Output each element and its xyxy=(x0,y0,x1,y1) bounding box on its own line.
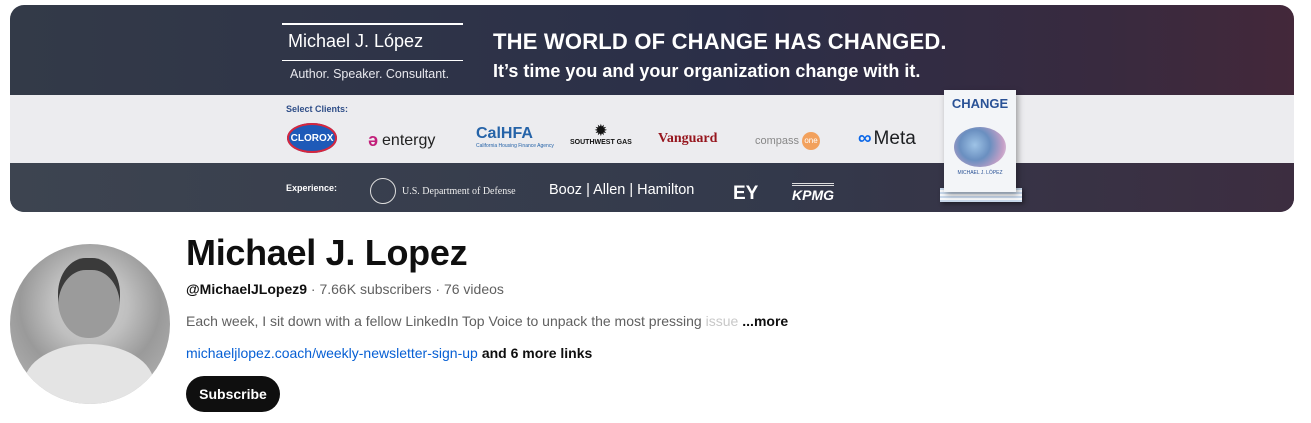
book-author: MICHAEL J. LÓPEZ xyxy=(957,170,1003,176)
clients-label: Select Clients: xyxy=(286,104,349,114)
vanguard-logo: Vanguard xyxy=(658,131,718,146)
newsletter-link[interactable]: michaeljlopez.coach/weekly-newsletter-si… xyxy=(186,345,478,361)
kpmg-logo: KPMG xyxy=(792,183,834,203)
banner-headline: THE WORLD OF CHANGE HAS CHANGED. It’s ti… xyxy=(493,29,947,82)
channel-avatar[interactable] xyxy=(10,244,170,404)
calhfa-subtext: California Housing Finance Agency xyxy=(476,143,554,149)
banner-clients-band xyxy=(10,95,1294,163)
calhfa-logo: CalHFA California Housing Finance Agency xyxy=(476,125,554,149)
experience-label: Experience: xyxy=(286,183,338,193)
southwest-gas-text: SOUTHWEST GAS xyxy=(570,139,632,146)
compass-one-logo: compass one xyxy=(755,132,821,150)
meta-text: Meta xyxy=(873,128,916,149)
channel-description[interactable]: Each week, I sit down with a fellow Link… xyxy=(186,313,788,329)
booz-allen-logo: Booz | Allen | Hamilton xyxy=(549,182,695,198)
more-button[interactable]: ...more xyxy=(742,313,788,329)
entergy-text: entergy xyxy=(382,131,436,149)
infinity-icon: ∞ xyxy=(858,128,872,149)
banner-name-card: Michael J. López Author. Speaker. Consul… xyxy=(282,23,463,81)
banner-headline-main: THE WORLD OF CHANGE HAS CHANGED. xyxy=(493,29,947,54)
banner-tagline: Author. Speaker. Consultant. xyxy=(290,67,450,81)
compass-text: compass xyxy=(755,135,800,147)
channel-meta: @MichaelJLopez9 · 7.66K subscribers · 76… xyxy=(186,281,504,297)
calhfa-text: CalHFA xyxy=(476,125,533,142)
flame-icon: ✹ xyxy=(595,122,607,138)
avatar-head xyxy=(58,258,120,338)
channel-title: Michael J. Lopez xyxy=(186,232,468,273)
banner-author-name: Michael J. López xyxy=(282,23,463,61)
seal-icon xyxy=(370,178,396,204)
description-text: Each week, I sit down with a fellow Link… xyxy=(186,313,702,329)
channel-handle: @MichaelJLopez9 xyxy=(186,281,308,297)
banner-headline-sub: It’s time you and your organization chan… xyxy=(493,61,921,81)
avatar-shirt xyxy=(24,344,154,404)
southwest-gas-logo: ✹ SOUTHWEST GAS xyxy=(570,122,632,146)
brain-image xyxy=(954,127,1006,167)
dod-text: U.S. Department of Defense xyxy=(402,185,516,197)
dod-logo: U.S. Department of Defense xyxy=(370,178,516,204)
meta-logo: ∞ Meta xyxy=(858,128,916,150)
channel-banner: Michael J. López Author. Speaker. Consul… xyxy=(10,5,1294,212)
more-links-button[interactable]: and 6 more links xyxy=(482,345,592,361)
subscribe-button[interactable]: Subscribe xyxy=(186,376,280,412)
compass-one-badge: one xyxy=(802,132,821,150)
channel-links: michaeljlopez.coach/weekly-newsletter-si… xyxy=(186,345,592,361)
entergy-logo: ə entergy xyxy=(368,130,436,150)
book-title: CHANGE xyxy=(951,96,1009,111)
clorox-logo: CLOROX xyxy=(287,123,337,153)
book-cover: CHANGE MICHAEL J. LÓPEZ xyxy=(944,90,1016,192)
channel-stats: · 7.66K subscribers · 76 videos xyxy=(307,281,504,297)
description-fade-text: issue xyxy=(701,313,739,329)
ey-logo: EY xyxy=(733,183,759,204)
